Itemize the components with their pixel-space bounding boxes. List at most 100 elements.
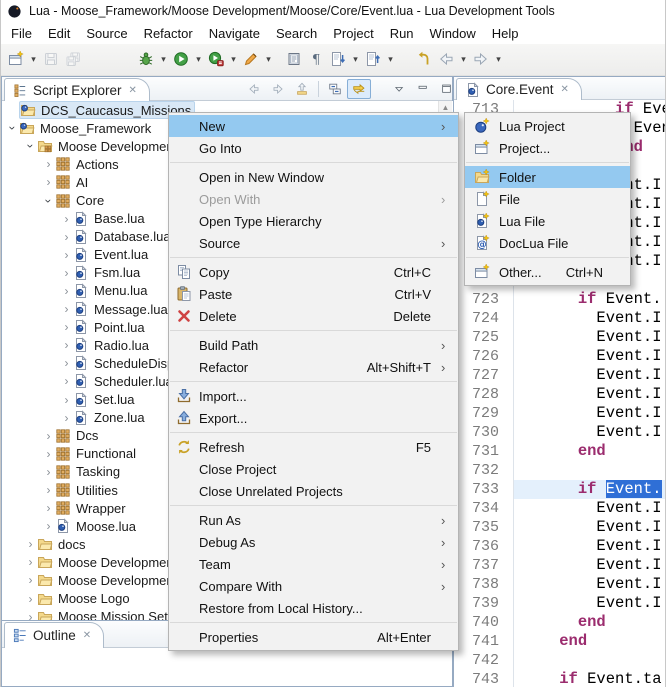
close-icon[interactable]: ✕ xyxy=(561,84,569,95)
forward-dropdown[interactable]: ▾ xyxy=(492,48,505,70)
chevron-right-icon[interactable]: › xyxy=(24,592,37,606)
menu-item-properties[interactable]: PropertiesAlt+Enter xyxy=(169,626,458,648)
menu-item-open-type-hierarchy[interactable]: Open Type Hierarchy xyxy=(169,210,458,232)
menu-item-refresh[interactable]: RefreshF5 xyxy=(169,436,458,458)
menu-item-delete[interactable]: DeleteDelete xyxy=(169,305,458,327)
chevron-down-icon[interactable]: › xyxy=(6,122,20,135)
menu-item-import-[interactable]: Import... xyxy=(169,385,458,407)
back-icon[interactable] xyxy=(435,48,457,70)
external-tools-icon[interactable] xyxy=(240,48,262,70)
minimize-icon[interactable] xyxy=(411,79,435,99)
submenu-item-file[interactable]: File xyxy=(465,188,630,210)
menubar-item-window[interactable]: Window xyxy=(422,24,484,43)
chevron-right-icon[interactable]: › xyxy=(42,429,55,443)
debug-icon[interactable] xyxy=(135,48,157,70)
chevron-right-icon[interactable]: › xyxy=(42,519,55,533)
next-annotation-dropdown[interactable]: ▾ xyxy=(349,48,362,70)
menu-item-debug-as[interactable]: Debug As› xyxy=(169,531,458,553)
previous-annotation-icon[interactable] xyxy=(362,48,384,70)
close-icon[interactable]: ✕ xyxy=(129,85,137,96)
submenu-item-folder[interactable]: Folder xyxy=(465,166,630,188)
tab-outline[interactable]: Outline ✕ xyxy=(4,622,104,648)
next-annotation-icon[interactable] xyxy=(327,48,349,70)
submenu-item-project-[interactable]: Project... xyxy=(465,137,630,159)
menu-item-compare-with[interactable]: Compare With› xyxy=(169,575,458,597)
chevron-right-icon[interactable]: › xyxy=(60,411,73,425)
menu-item-paste[interactable]: PasteCtrl+V xyxy=(169,283,458,305)
menubar-item-project[interactable]: Project xyxy=(325,24,381,43)
new-wizard-icon[interactable] xyxy=(5,48,27,70)
chevron-down-icon[interactable]: › xyxy=(42,194,56,207)
chevron-right-icon[interactable]: › xyxy=(60,356,73,370)
chevron-right-icon[interactable]: › xyxy=(60,212,73,226)
chevron-right-icon[interactable]: › xyxy=(42,157,55,171)
chevron-right-icon[interactable]: › xyxy=(24,573,37,587)
menu-item-close-unrelated-projects[interactable]: Close Unrelated Projects xyxy=(169,480,458,502)
tab-script-explorer[interactable]: Script Explorer ✕ xyxy=(4,78,150,101)
chevron-right-icon[interactable]: › xyxy=(24,610,37,620)
chevron-right-icon[interactable]: › xyxy=(42,447,55,461)
run-dropdown[interactable]: ▾ xyxy=(192,48,205,70)
close-icon[interactable]: ✕ xyxy=(83,630,91,641)
menubar-item-navigate[interactable]: Navigate xyxy=(201,24,268,43)
menu-item-restore-from-local-history-[interactable]: Restore from Local History... xyxy=(169,597,458,619)
chevron-right-icon[interactable]: › xyxy=(60,266,73,280)
chevron-right-icon[interactable]: › xyxy=(60,393,73,407)
submenu-item-lua-project[interactable]: Lua Project xyxy=(465,115,630,137)
run-last-dropdown[interactable]: ▾ xyxy=(227,48,240,70)
menubar-item-edit[interactable]: Edit xyxy=(40,24,78,43)
chevron-right-icon[interactable]: › xyxy=(60,320,73,334)
menu-item-copy[interactable]: CopyCtrl+C xyxy=(169,261,458,283)
menu-item-open-in-new-window[interactable]: Open in New Window xyxy=(169,166,458,188)
console-icon[interactable] xyxy=(283,48,305,70)
show-whitespace-icon[interactable]: ¶ xyxy=(305,48,327,70)
menu-item-close-project[interactable]: Close Project xyxy=(169,458,458,480)
back-dropdown[interactable]: ▾ xyxy=(457,48,470,70)
chevron-down-icon[interactable]: › xyxy=(24,140,38,153)
chevron-right-icon[interactable]: › xyxy=(60,302,73,316)
debug-dropdown[interactable]: ▾ xyxy=(157,48,170,70)
scroll-up-arrow[interactable]: ▲ xyxy=(439,101,452,112)
new-wizard-dropdown[interactable]: ▾ xyxy=(27,48,40,70)
menu-item-run-as[interactable]: Run As› xyxy=(169,509,458,531)
chevron-right-icon[interactable]: › xyxy=(60,248,73,262)
menubar-item-search[interactable]: Search xyxy=(268,24,325,43)
chevron-right-icon[interactable]: › xyxy=(42,501,55,515)
collapse-all-icon[interactable] xyxy=(323,79,347,99)
chevron-right-icon[interactable]: › xyxy=(24,555,37,569)
submenu-item-lua-file[interactable]: Lua File xyxy=(465,210,630,232)
menubar-item-source[interactable]: Source xyxy=(78,24,135,43)
nav-forward-icon[interactable] xyxy=(266,79,290,99)
chevron-right-icon[interactable]: › xyxy=(60,338,73,352)
chevron-right-icon[interactable]: › xyxy=(60,230,73,244)
run-last-icon[interactable] xyxy=(205,48,227,70)
menubar-item-help[interactable]: Help xyxy=(484,24,527,43)
chevron-right-icon[interactable]: › xyxy=(24,537,37,551)
last-edit-location-icon[interactable] xyxy=(413,48,435,70)
chevron-right-icon[interactable]: › xyxy=(42,483,55,497)
tab-core-event[interactable]: Core.Event ✕ xyxy=(456,78,582,100)
run-icon[interactable] xyxy=(170,48,192,70)
submenu-item-doclua-file[interactable]: @DocLua File xyxy=(465,232,630,254)
link-editor-icon[interactable] xyxy=(347,79,371,99)
forward-icon[interactable] xyxy=(470,48,492,70)
menu-item-export-[interactable]: Export... xyxy=(169,407,458,429)
external-tools-dropdown[interactable]: ▾ xyxy=(262,48,275,70)
chevron-right-icon[interactable]: › xyxy=(42,175,55,189)
nav-up-icon[interactable] xyxy=(290,79,314,99)
submenu-item-other-[interactable]: Other...Ctrl+N xyxy=(465,261,630,283)
menubar-item-run[interactable]: Run xyxy=(382,24,422,43)
chevron-right-icon[interactable]: › xyxy=(60,374,73,388)
menu-item-refactor[interactable]: RefactorAlt+Shift+T› xyxy=(169,356,458,378)
menu-item-go-into[interactable]: Go Into xyxy=(169,137,458,159)
menubar-item-file[interactable]: File xyxy=(3,24,40,43)
menu-item-new[interactable]: New› xyxy=(169,115,458,137)
nav-back-icon[interactable] xyxy=(242,79,266,99)
menu-item-build-path[interactable]: Build Path› xyxy=(169,334,458,356)
chevron-right-icon[interactable]: › xyxy=(60,284,73,298)
view-menu-icon[interactable] xyxy=(387,79,411,99)
menubar-item-refactor[interactable]: Refactor xyxy=(136,24,201,43)
chevron-right-icon[interactable]: › xyxy=(42,465,55,479)
previous-annotation-dropdown[interactable]: ▾ xyxy=(384,48,397,70)
menu-item-source[interactable]: Source› xyxy=(169,232,458,254)
